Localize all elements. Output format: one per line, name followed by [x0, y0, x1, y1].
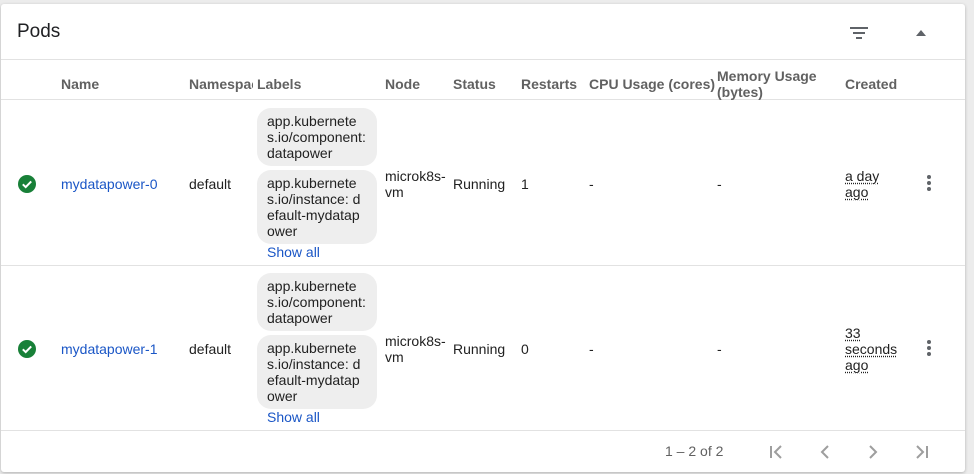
more-vert-icon	[927, 175, 931, 191]
show-all-link[interactable]: Show all	[267, 244, 320, 260]
chevron-right-icon	[869, 445, 878, 459]
pod-memory: -	[717, 341, 722, 357]
arrow-drop-up-icon	[916, 30, 926, 36]
pod-node: microk8s-vm	[385, 168, 446, 200]
column-header-created[interactable]: Created	[845, 76, 897, 92]
pod-cpu: -	[589, 176, 594, 192]
pod-cpu: -	[589, 341, 594, 357]
card-title: Pods	[17, 21, 61, 42]
show-all-link[interactable]: Show all	[267, 409, 320, 425]
check-circle-icon	[18, 175, 36, 193]
label-chip: app.kubernetes.io/component: datapower	[257, 108, 377, 166]
pods-card: Pods Name Namespace Labels Node Status R…	[1, 4, 965, 472]
column-header-restarts[interactable]: Restarts	[521, 76, 577, 92]
pod-restarts: 0	[521, 341, 529, 357]
table-header: Name Namespace Labels Node Status Restar…	[1, 61, 965, 100]
more-vert-icon	[927, 340, 931, 356]
chevron-left-icon	[820, 445, 829, 459]
pod-status: Running	[453, 176, 506, 192]
row-actions-button[interactable]	[919, 171, 939, 195]
pod-created: 33 seconds ago	[845, 325, 898, 373]
column-header-namespace[interactable]: Namespace	[189, 76, 253, 92]
last-page-button[interactable]	[907, 439, 935, 465]
column-header-node[interactable]: Node	[385, 76, 420, 92]
column-header-name[interactable]: Name	[61, 76, 99, 92]
column-header-status[interactable]: Status	[453, 76, 496, 92]
column-header-memory[interactable]: Memory Usage (bytes)	[717, 68, 829, 100]
filter-list-icon	[850, 27, 868, 39]
column-header-cpu[interactable]: CPU Usage (cores)	[589, 76, 715, 92]
paginator: 1 – 2 of 2	[1, 431, 965, 472]
pod-status: Running	[453, 341, 506, 357]
pod-name-link[interactable]: mydatapower-0	[61, 176, 158, 192]
pod-node: microk8s-vm	[385, 333, 446, 365]
card-header: Pods	[1, 4, 965, 60]
previous-page-button[interactable]	[811, 439, 839, 465]
pod-restarts: 1	[521, 176, 529, 192]
pod-created: a day ago	[845, 168, 880, 200]
column-header-labels: Labels	[257, 76, 302, 92]
table-row: mydatapower-1 default app.kubernetes.io/…	[1, 266, 965, 431]
row-actions-button[interactable]	[919, 336, 939, 360]
filter-button[interactable]	[843, 20, 875, 46]
pod-namespace: default	[189, 341, 232, 357]
pod-memory: -	[717, 176, 722, 192]
collapse-button[interactable]	[905, 20, 937, 46]
label-chip: app.kubernetes.io/instance: default-myda…	[257, 170, 377, 244]
last-page-icon	[916, 445, 928, 459]
paginator-range: 1 – 2 of 2	[665, 443, 724, 459]
label-chip: app.kubernetes.io/component: datapower	[257, 273, 377, 331]
pod-name-link[interactable]: mydatapower-1	[61, 341, 158, 357]
next-page-button[interactable]	[859, 439, 887, 465]
first-page-button[interactable]	[763, 439, 791, 465]
first-page-icon	[770, 445, 782, 459]
label-chip: app.kubernetes.io/instance: default-myda…	[257, 335, 377, 409]
pod-namespace: default	[189, 176, 232, 192]
check-circle-icon	[18, 340, 36, 358]
table-row: mydatapower-0 default app.kubernetes.io/…	[1, 101, 965, 266]
